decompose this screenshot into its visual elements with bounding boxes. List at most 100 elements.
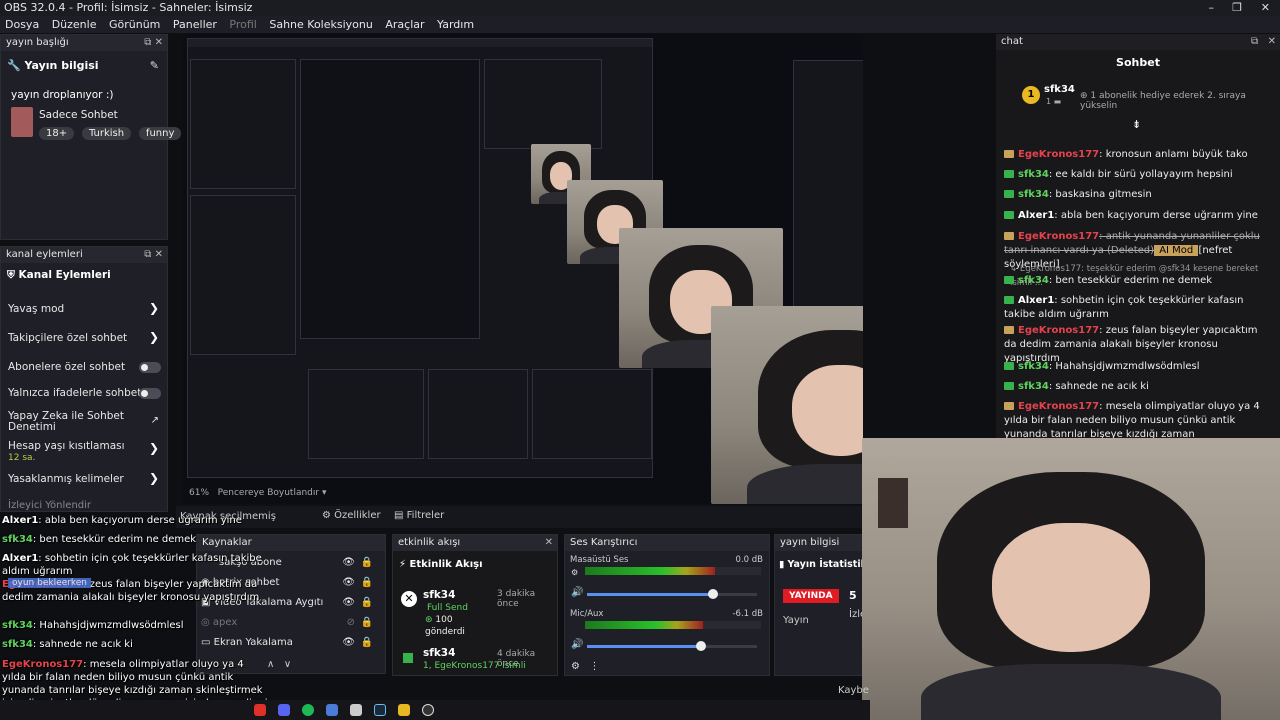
chat-username[interactable]: EgeKronos177 <box>1018 149 1099 160</box>
menu-docks[interactable]: Paneller <box>173 16 217 33</box>
steam-icon[interactable] <box>374 704 386 716</box>
mixer-settings-icon[interactable]: ⚙ ⋮ <box>571 661 600 672</box>
filters-button[interactable]: ▤ Filtreler <box>394 510 444 521</box>
action-emote-only[interactable]: Yalnızca ifadelerle sohbet <box>1 387 167 399</box>
menu-view[interactable]: Görünüm <box>109 16 160 33</box>
speaker-icon[interactable]: 🔊 <box>571 639 583 650</box>
app-icon[interactable] <box>398 704 410 716</box>
menu-bar: Dosya Düzenle Görünüm Paneller Profil Sa… <box>0 16 1280 33</box>
dock-controls[interactable]: ⧉ ✕ <box>144 35 163 51</box>
menu-edit[interactable]: Düzenle <box>52 16 97 33</box>
badge-icon <box>1004 402 1014 410</box>
eye-icon[interactable]: 👁 <box>342 593 355 613</box>
app-icon[interactable] <box>254 704 266 716</box>
chat-username[interactable]: Alxer1 <box>1018 210 1054 221</box>
resize-to-window-label[interactable]: Pencereye Boyutlandır <box>218 488 319 498</box>
badge-icon <box>1004 326 1014 334</box>
menu-help[interactable]: Yardım <box>437 16 474 33</box>
wrench-icon: 🔧 <box>7 59 21 72</box>
subscribers-only-toggle[interactable] <box>139 362 161 373</box>
eye-icon[interactable]: 👁 <box>342 633 355 653</box>
activity-feed-dock: etkinlik akışı ✕ ⚡ Etkinlik Akışı ✕ sfk34… <box>392 534 558 676</box>
activity-header-label: Etkinlik Akışı <box>409 559 483 570</box>
chat-username[interactable]: sfk34 <box>1018 275 1049 286</box>
lock-icon[interactable]: 🔒 <box>361 553 373 573</box>
chat-message: sfk34: ben tesekkür ederim ne demek <box>1004 274 1272 288</box>
edit-icon[interactable]: ✎ <box>150 59 159 72</box>
chat-username[interactable]: EgeKronos177 <box>1018 325 1099 336</box>
chevron-down-icon[interactable]: ▾ <box>322 488 327 498</box>
channel-name: Mic/Aux <box>570 609 604 619</box>
properties-button[interactable]: ⚙ Özellikler <box>322 510 381 521</box>
chat-username[interactable]: EgeKronos177 <box>1018 401 1099 412</box>
stream-info-label: Yayın bilgisi <box>24 59 99 72</box>
viewer-count: 5 <box>849 589 857 602</box>
overlay-username: sfk34 <box>2 534 33 545</box>
folder-icon[interactable] <box>326 704 338 716</box>
eye-icon[interactable]: 👁 <box>342 553 355 573</box>
lock-icon[interactable]: 🔒 <box>361 573 373 593</box>
maximize-button[interactable]: ❐ <box>1232 0 1242 16</box>
lock-icon[interactable]: 🔒 <box>361 593 373 613</box>
action-account-age[interactable]: Hesap yaşı kısıtlaması 12 sa. ❯ <box>1 440 167 464</box>
action-followers-only[interactable]: Takipçilere özel sohbet ❯ <box>1 330 167 344</box>
chat-text: : baskasina gitmesin <box>1048 189 1152 200</box>
emote-only-toggle[interactable] <box>139 388 161 399</box>
dock-title-bar: kanal eylemleri ⧉ ✕ <box>1 247 167 263</box>
gift-icon: ⊕ <box>1080 91 1088 101</box>
chat-username[interactable]: EgeKronos177 <box>1018 231 1099 242</box>
obs-icon[interactable] <box>422 704 434 716</box>
action-slow-mode[interactable]: Yavaş mod ❯ <box>1 301 167 315</box>
rank-badge-icon: 1 <box>1022 86 1040 104</box>
menu-tools[interactable]: Araçlar <box>385 16 424 33</box>
overlay-username: EgeKronos177 <box>2 659 84 670</box>
chat-username[interactable]: sfk34 <box>1018 169 1049 180</box>
tag: 18+ <box>39 127 75 140</box>
dock-title-bar: etkinlik akışı ✕ <box>393 535 557 551</box>
dock-title: kanal eylemleri <box>6 249 83 260</box>
action-ai-moderation[interactable]: Yapay Zeka ile Sohbet Denetimi ↗ <box>1 411 167 433</box>
spotify-icon[interactable] <box>302 704 314 716</box>
overlay-text: : abla ben kaçıyorum derse uğrarım yine <box>38 515 242 526</box>
nested-sources <box>308 369 424 459</box>
volume-knob[interactable] <box>696 641 706 651</box>
action-subscribers-only[interactable]: Abonelere özel sohbet <box>1 361 167 373</box>
lock-icon[interactable]: 🔒 <box>361 633 373 653</box>
chat-message: Alxer1: sohbetin için çok teşekkürler ka… <box>1004 294 1272 322</box>
dock-title: chat <box>1001 36 1023 47</box>
close-button[interactable]: ✕ <box>1261 0 1270 16</box>
discord-icon[interactable] <box>278 704 290 716</box>
chat-text: : kronosun anlamı büyük tako <box>1099 149 1248 160</box>
chat-message: Alxer1: abla ben kaçıyorum derse uğrarım… <box>1004 209 1272 223</box>
chat-username[interactable]: sfk34 <box>1018 381 1049 392</box>
menu-file[interactable]: Dosya <box>5 16 39 33</box>
menu-profile[interactable]: Profil <box>229 16 256 33</box>
menu-scene-collection[interactable]: Sahne Koleksiyonu <box>269 16 373 33</box>
chat-username[interactable]: sfk34 <box>1018 361 1049 372</box>
channel-actions-label: Kanal Eylemleri <box>18 269 111 281</box>
filters-label: Filtreler <box>406 510 445 521</box>
volume-knob[interactable] <box>708 589 718 599</box>
expand-icon[interactable]: ⇟ <box>1132 118 1141 131</box>
close-icon[interactable]: ✕ <box>545 535 553 551</box>
dock-controls[interactable]: ⧉ ✕ <box>144 247 163 263</box>
eye-off-icon[interactable]: ⊘ <box>347 613 355 633</box>
speaker-icon[interactable]: 🔊 <box>571 587 583 598</box>
eye-icon[interactable]: 👁 <box>342 573 355 593</box>
overlay-text: : sahnede ne acık ki <box>32 639 133 650</box>
chat-username[interactable]: Alxer1 <box>1018 295 1054 306</box>
minimize-button[interactable]: – <box>1209 0 1215 16</box>
lock-icon[interactable]: 🔒 <box>361 613 373 633</box>
overlay-text: : sohbetin için çok teşekkürler kafasın … <box>2 553 262 577</box>
scene-preview[interactable]: 61% Pencereye Boyutlandır ▾ <box>183 34 863 504</box>
chat-username[interactable]: sfk34 <box>1018 189 1049 200</box>
badge-icon <box>1004 382 1014 390</box>
chevron-right-icon: ❯ <box>148 471 159 485</box>
dock-controls[interactable]: ⧉ ✕ <box>1251 34 1276 50</box>
shield-app-icon[interactable] <box>350 704 362 716</box>
dock-title: etkinlik akışı <box>398 537 461 548</box>
nested-activity <box>428 369 528 459</box>
gear-icon[interactable]: ⚙ <box>571 568 578 577</box>
action-banned-words[interactable]: Yasaklanmış kelimeler ❯ <box>1 471 167 485</box>
taskbar <box>0 700 870 720</box>
